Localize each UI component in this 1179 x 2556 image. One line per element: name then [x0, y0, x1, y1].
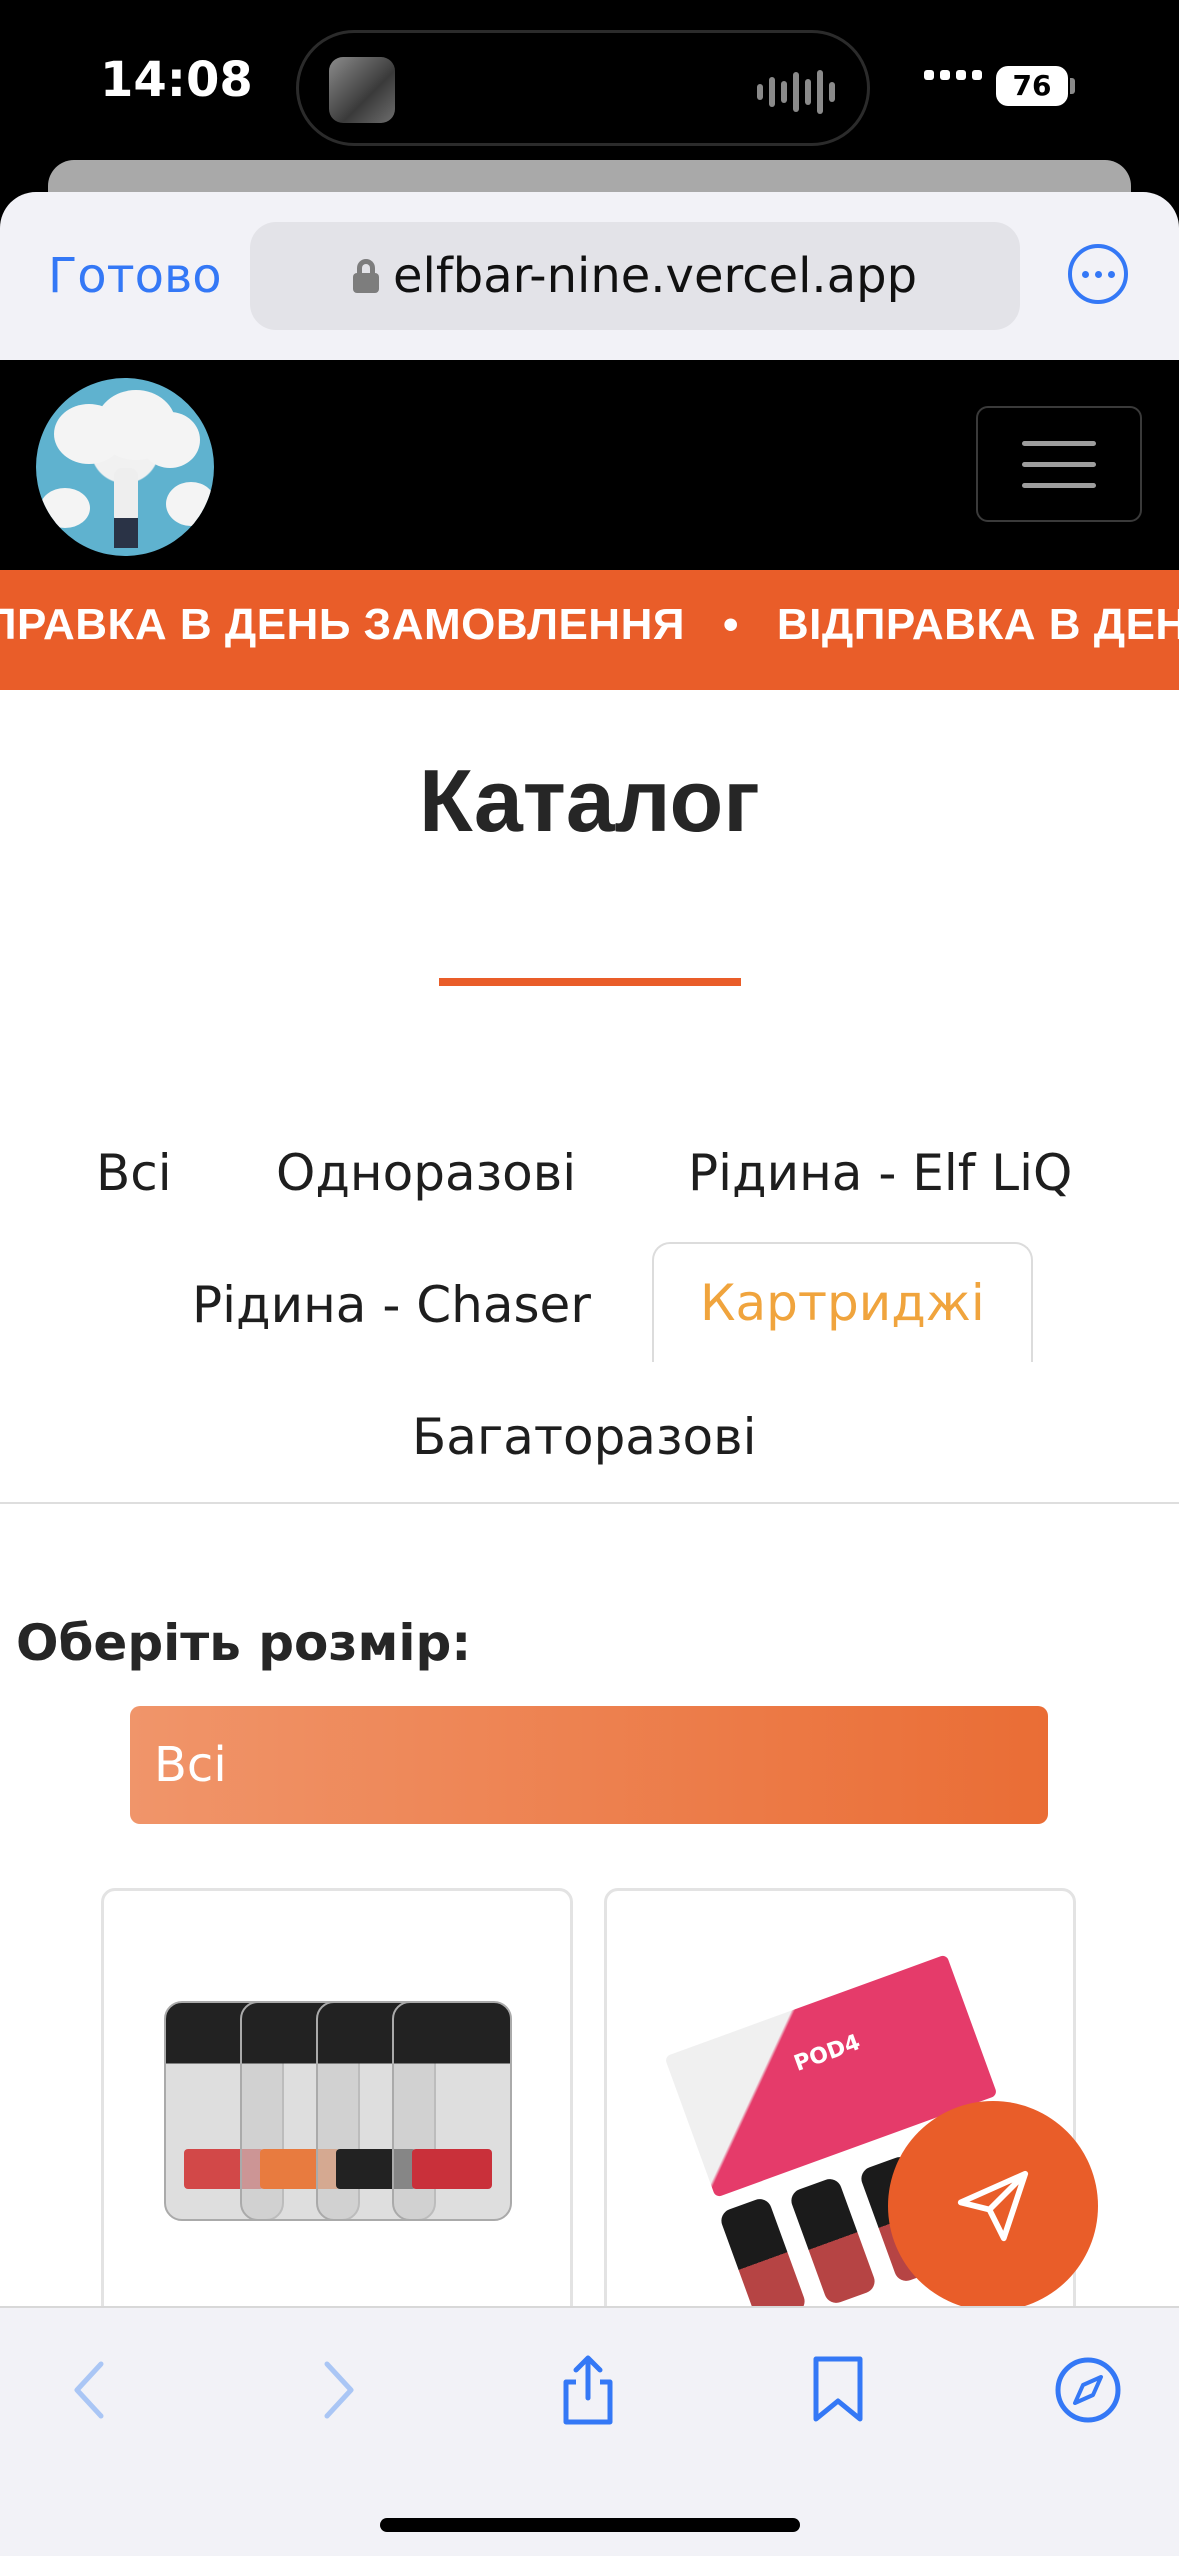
audio-wave-icon: [757, 67, 835, 117]
dynamic-island[interactable]: [296, 30, 870, 146]
tab-reusable[interactable]: Багаторазові: [412, 1408, 756, 1466]
size-filter-label: Оберіть розмір:: [16, 1614, 472, 1672]
battery-tip: [1070, 78, 1075, 94]
browser-header: Готово elfbar-nine.vercel.app: [0, 192, 1179, 360]
tab-all[interactable]: Всі: [96, 1144, 172, 1202]
tab-cartridges[interactable]: Картриджі: [652, 1242, 1033, 1362]
catalog-page: Каталог Всі Одноразові Рідина - Elf LiQ …: [0, 690, 1179, 2306]
page-title: Каталог: [419, 751, 760, 850]
telegram-chat-button[interactable]: [888, 2101, 1098, 2306]
hamburger-menu-icon[interactable]: [976, 406, 1142, 522]
share-icon[interactable]: [548, 2350, 628, 2430]
home-indicator: [380, 2518, 800, 2532]
now-playing-thumbnail: [329, 57, 395, 123]
tab-disposable[interactable]: Одноразові: [276, 1144, 576, 1202]
site-logo[interactable]: [36, 378, 214, 556]
battery-indicator: 76: [996, 66, 1068, 106]
forward-icon[interactable]: [298, 2350, 378, 2430]
marquee-separator: •: [722, 600, 739, 649]
product-card[interactable]: [101, 1888, 573, 2306]
cellular-signal-icon: [924, 70, 982, 80]
status-time: 14:08: [100, 52, 253, 108]
address-bar[interactable]: elfbar-nine.vercel.app: [250, 222, 1020, 330]
tabs-divider: [0, 1502, 1179, 1504]
tab-liquid-chaser[interactable]: Рідина - Chaser: [192, 1276, 591, 1334]
done-button[interactable]: Готово: [48, 248, 222, 304]
lock-icon: [352, 259, 379, 293]
pod4-box-text: POD4: [790, 2029, 864, 2077]
marquee-text: ВІДПРАВКА В ДЕНЬ ЗАМОВЛЕННЯ: [776, 600, 1179, 649]
pod-cartridge-shape: [788, 2175, 878, 2306]
tab-liquid-elf-liq[interactable]: Рідина - Elf LiQ: [688, 1144, 1072, 1202]
back-icon[interactable]: [50, 2350, 130, 2430]
marquee-track: ВІДПРАВКА В ДЕНЬ ЗАМОВЛЕННЯ • ВІДПРАВКА В …: [0, 600, 1179, 650]
url-text: elfbar-nine.vercel.app: [392, 248, 918, 304]
announcement-marquee: ВІДПРАВКА В ДЕНЬ ЗАМОВЛЕННЯ • ВІДПРАВКА В …: [0, 570, 1179, 690]
bookmarks-icon[interactable]: [798, 2350, 878, 2430]
more-options-icon[interactable]: [1068, 244, 1128, 304]
status-bar: 14:08 76: [0, 0, 1179, 180]
title-underline: [439, 978, 741, 986]
site-navbar: [0, 360, 1179, 570]
pod-cartridges-image: [164, 2001, 514, 2241]
compass-icon[interactable]: [1048, 2350, 1128, 2430]
size-filter-select[interactable]: Всі: [130, 1706, 1048, 1824]
marquee-text: ВІДПРАВКА В ДЕНЬ ЗАМОВЛЕННЯ: [0, 600, 685, 649]
paper-plane-icon: [957, 2170, 1029, 2242]
safari-toolbar: [0, 2306, 1179, 2556]
